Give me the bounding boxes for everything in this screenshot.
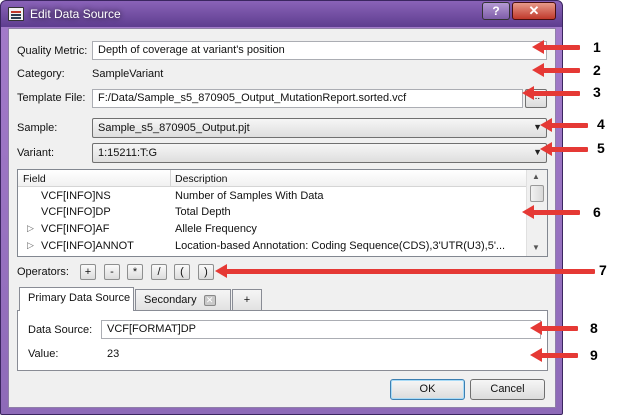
value-label: Value: — [28, 348, 59, 360]
field-cell: VCF[INFO]DP — [41, 206, 111, 218]
description-cell: Number of Samples With Data — [175, 190, 324, 202]
annotation-arrow-8 — [530, 321, 580, 335]
annotation-number-9: 9 — [590, 347, 598, 363]
arrow-shaft — [532, 210, 580, 215]
variant-dropdown-value: 1:15211:T:G — [98, 147, 158, 159]
category-value: SampleVariant — [92, 68, 164, 80]
description-cell: Total Depth — [175, 206, 231, 218]
annotation-arrow-2 — [532, 63, 582, 77]
tab-primary-data-source[interactable]: Primary Data Source — [19, 287, 134, 311]
arrow-shaft — [550, 147, 588, 152]
annotation-number-2: 2 — [593, 62, 601, 78]
annotation-arrow-6 — [522, 205, 582, 219]
operator-open-paren-button[interactable]: ( — [174, 264, 190, 280]
sample-dropdown-value: Sample_s5_870905_Output.pjt — [98, 122, 250, 134]
tab-label: Primary Data Source — [28, 292, 131, 304]
table-row[interactable]: VCF[INFO]NS Number of Samples With Data — [18, 189, 526, 205]
annotation-arrow-3 — [522, 86, 582, 100]
operator-divide-button[interactable]: / — [151, 264, 167, 280]
operator-plus-button[interactable]: + — [80, 264, 96, 280]
arrow-shaft — [540, 326, 578, 331]
column-divider[interactable] — [170, 170, 171, 186]
arrow-shaft — [550, 123, 588, 128]
annotation-number-5: 5 — [597, 140, 605, 156]
arrow-shaft — [532, 91, 580, 96]
annotation-number-6: 6 — [593, 204, 601, 220]
field-cell: VCF[INFO]AF — [41, 223, 110, 235]
annotation-arrow-7 — [215, 264, 595, 278]
template-file-label: Template File: — [17, 92, 86, 104]
title-bar[interactable]: Edit Data Source ? ✕ — [1, 1, 562, 27]
tab-secondary[interactable]: Secondary ✕ — [135, 289, 231, 310]
scroll-down-icon[interactable]: ▼ — [532, 243, 540, 252]
help-button[interactable]: ? — [482, 2, 510, 20]
annotation-number-7: 7 — [599, 262, 607, 278]
variant-label: Variant: — [17, 147, 55, 159]
window-title: Edit Data Source — [30, 7, 121, 21]
close-button[interactable]: ✕ — [512, 2, 556, 20]
tab-label: Secondary — [144, 294, 197, 306]
annotation-arrow-1 — [532, 40, 582, 54]
operators-label: Operators: — [17, 266, 69, 278]
variant-dropdown[interactable]: 1:15211:T:G ▼ — [92, 143, 547, 163]
ok-button[interactable]: OK — [390, 379, 465, 400]
operator-close-paren-button[interactable]: ) — [198, 264, 214, 280]
scroll-up-icon[interactable]: ▲ — [532, 172, 540, 181]
annotation-number-3: 3 — [593, 84, 601, 100]
sample-dropdown[interactable]: Sample_s5_870905_Output.pjt ▼ — [92, 118, 547, 138]
data-source-input[interactable]: VCF[FORMAT]DP — [101, 320, 541, 339]
table-row[interactable]: VCF[INFO]DP Total Depth — [18, 205, 526, 221]
category-label: Category: — [17, 68, 65, 80]
annotation-number-8: 8 — [590, 320, 598, 336]
field-table[interactable]: Field Description VCF[INFO]NS Number of … — [17, 169, 548, 257]
annotation-arrow-5 — [540, 142, 590, 156]
field-cell: VCF[INFO]NS — [41, 190, 111, 202]
annotation-arrow-9 — [530, 348, 580, 362]
arrow-shaft — [542, 68, 580, 73]
close-tab-icon[interactable]: ✕ — [203, 294, 216, 306]
arrow-shaft — [542, 45, 580, 50]
edit-data-source-dialog: Edit Data Source ? ✕ Quality Metric: Dep… — [0, 0, 563, 415]
arrow-shaft — [540, 353, 578, 358]
operator-multiply-button[interactable]: * — [127, 264, 143, 280]
tab-panel: Data Source: VCF[FORMAT]DP Value: 23 — [17, 310, 548, 371]
add-tab-button[interactable]: + — [232, 289, 262, 310]
expand-arrow-icon[interactable]: ▷ — [27, 223, 34, 234]
quality-metric-input[interactable]: Depth of coverage at variant's position — [92, 41, 547, 60]
annotation-arrow-4 — [540, 118, 590, 132]
template-file-input[interactable]: F:/Data/Sample_s5_870905_Output_Mutation… — [92, 89, 523, 108]
field-cell: VCF[INFO]ANNOT — [41, 240, 134, 252]
annotation-number-4: 4 — [597, 116, 605, 132]
operator-minus-button[interactable]: - — [104, 264, 120, 280]
table-row[interactable]: ▷ VCF[INFO]AF Allele Frequency — [18, 222, 526, 238]
annotation-number-1: 1 — [593, 39, 601, 55]
scroll-thumb[interactable] — [530, 185, 544, 202]
arrow-shaft — [225, 269, 595, 274]
dialog-body: Quality Metric: Depth of coverage at var… — [8, 28, 556, 408]
app-icon — [8, 7, 24, 21]
add-icon: + — [243, 294, 251, 306]
description-cell: Location-based Annotation: Coding Sequen… — [175, 240, 506, 252]
expand-arrow-icon[interactable]: ▷ — [27, 240, 34, 251]
description-cell: Allele Frequency — [175, 223, 257, 235]
data-source-label: Data Source: — [28, 324, 93, 336]
quality-metric-label: Quality Metric: — [17, 45, 88, 57]
column-header-field[interactable]: Field — [23, 173, 46, 185]
value-display: 23 — [107, 348, 120, 360]
cancel-button[interactable]: Cancel — [470, 379, 545, 400]
sample-label: Sample: — [17, 122, 58, 134]
table-header: Field Description — [18, 170, 526, 187]
table-row[interactable]: ▷ VCF[INFO]ANNOT Location-based Annotati… — [18, 239, 526, 255]
column-header-description[interactable]: Description — [175, 173, 228, 185]
